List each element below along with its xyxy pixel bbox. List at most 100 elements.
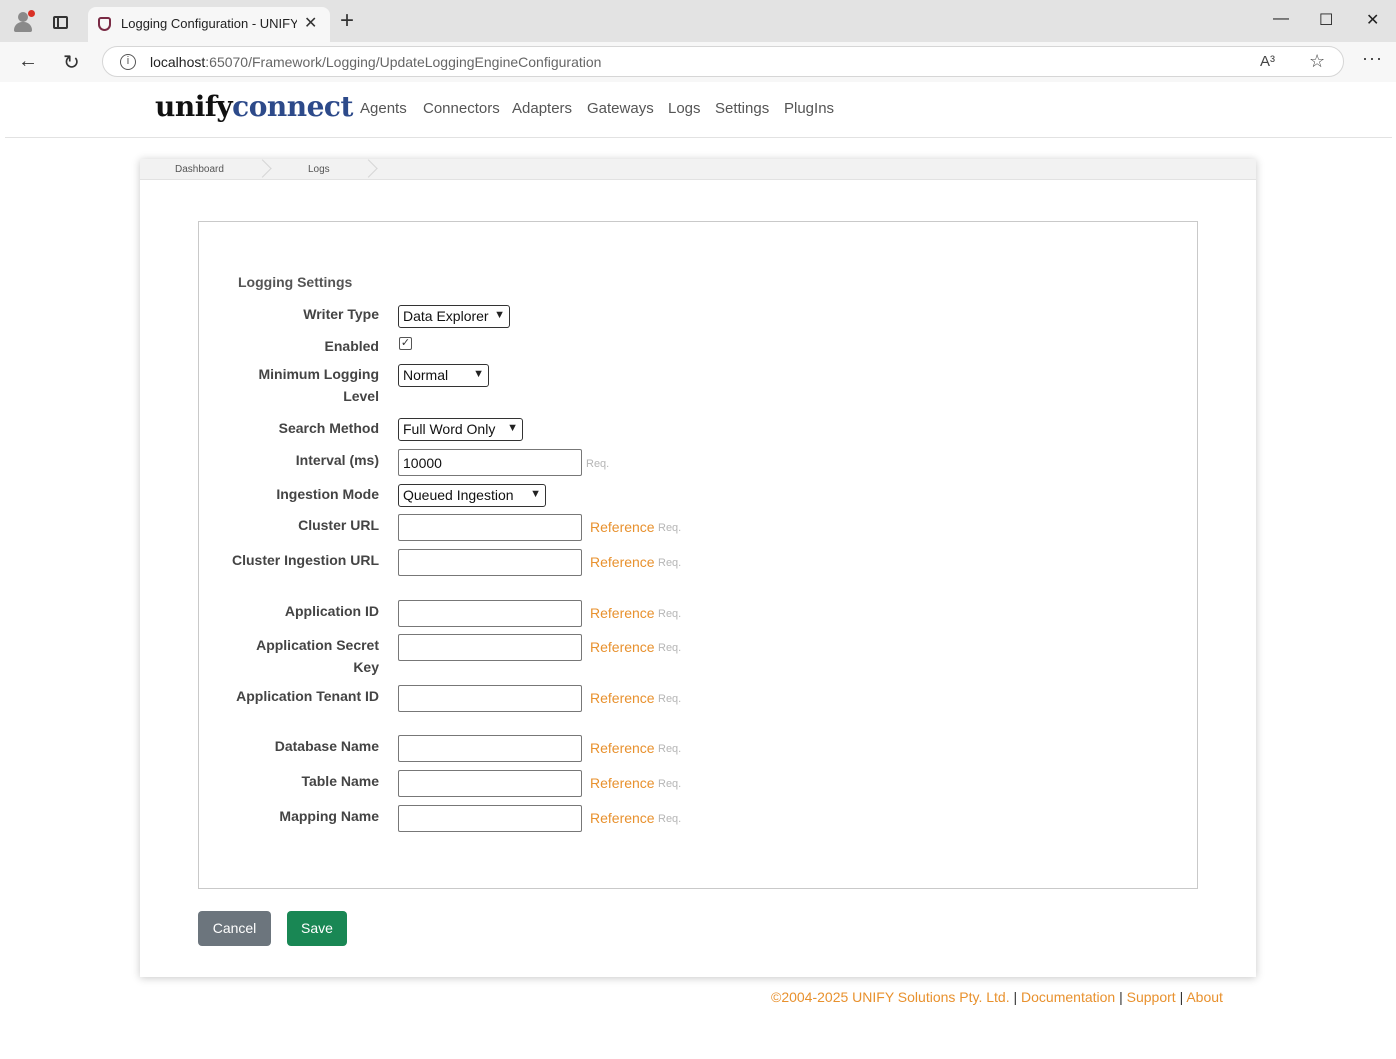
browser-tab[interactable]: Logging Configuration - UNIFYConnect ✕: [88, 7, 330, 42]
cluster-url-input[interactable]: [398, 514, 582, 541]
enabled-checkbox[interactable]: ✓: [399, 337, 412, 350]
enabled-label: Enabled: [324, 338, 379, 354]
tab-actions-icon[interactable]: [53, 16, 68, 29]
mapping-name-label: Mapping Name: [279, 808, 379, 824]
application-secret-key-reference-link[interactable]: Reference: [590, 639, 655, 655]
chevron-down-icon: ▼: [530, 488, 541, 500]
search-method-label: Search Method: [278, 420, 379, 436]
application-tenant-id-required: Req.: [658, 693, 682, 705]
ingestion-mode-label: Ingestion Mode: [276, 486, 379, 502]
page-content: unifyconnect Agents Connectors Adapters …: [5, 82, 1392, 1053]
cluster-url-label: Cluster URL: [298, 517, 379, 533]
site-favicon-icon: [98, 17, 111, 31]
back-icon[interactable]: ←: [18, 50, 38, 73]
browser-tab-bar: Logging Configuration - UNIFYConnect ✕ +…: [0, 0, 1396, 42]
writer-type-label: Writer Type: [303, 306, 379, 322]
nav-agents[interactable]: Agents: [360, 100, 407, 117]
footer-support-link[interactable]: Support: [1127, 989, 1176, 1005]
database-name-required: Req.: [658, 743, 682, 755]
refresh-icon[interactable]: ↻: [63, 50, 80, 75]
application-secret-key-input[interactable]: [398, 634, 582, 661]
database-name-input[interactable]: [398, 735, 582, 762]
footer-copyright: ©2004-2025 UNIFY Solutions Pty. Ltd.: [771, 989, 1010, 1005]
tab-close-icon[interactable]: ✕: [304, 13, 317, 33]
breadcrumb-chevron-icon: [362, 160, 378, 178]
breadcrumb-logs[interactable]: Logs: [308, 164, 330, 175]
footer: ©2004-2025 UNIFY Solutions Pty. Ltd. | D…: [771, 989, 1223, 1005]
breadcrumb: Dashboard Logs: [140, 159, 1256, 180]
footer-separator: |: [1013, 989, 1018, 1005]
cluster-ingestion-url-label: Cluster Ingestion URL: [231, 552, 379, 568]
min-level-label: Minimum Logging Level: [258, 366, 379, 404]
nav-plugins[interactable]: PlugIns: [784, 100, 834, 117]
application-id-required: Req.: [658, 608, 682, 620]
nav-connectors[interactable]: Connectors: [423, 100, 500, 117]
cluster-ingestion-url-reference-link[interactable]: Reference: [590, 554, 655, 570]
footer-documentation-link[interactable]: Documentation: [1021, 989, 1115, 1005]
save-button[interactable]: Save: [287, 911, 347, 946]
interval-input[interactable]: 10000: [398, 449, 582, 476]
ingestion-mode-select[interactable]: Queued Ingestion ▼: [398, 484, 546, 507]
footer-about-link[interactable]: About: [1186, 989, 1223, 1005]
mapping-name-required: Req.: [658, 813, 682, 825]
writer-type-select[interactable]: Data Explorer ▼: [398, 305, 510, 328]
writer-type-value: Data Explorer: [403, 308, 489, 324]
logging-settings-form: Logging Settings Writer Type Data Explor…: [198, 221, 1198, 889]
tab-title: Logging Configuration - UNIFYConnect: [121, 16, 297, 31]
application-tenant-id-label: Application Tenant ID: [236, 688, 379, 704]
favorite-star-icon[interactable]: ☆: [1309, 51, 1325, 72]
search-method-select[interactable]: Full Word Only ▼: [398, 418, 523, 441]
nav-gateways[interactable]: Gateways: [587, 100, 654, 117]
application-tenant-id-input[interactable]: [398, 685, 582, 712]
application-tenant-id-reference-link[interactable]: Reference: [590, 690, 655, 706]
interval-required: Req.: [586, 458, 610, 470]
application-secret-key-required: Req.: [658, 642, 682, 654]
database-name-reference-link[interactable]: Reference: [590, 740, 655, 756]
cluster-url-required: Req.: [658, 522, 682, 534]
main-card: Dashboard Logs Logging Settings Writer T…: [140, 159, 1256, 977]
read-aloud-icon[interactable]: A³: [1260, 53, 1275, 70]
interval-label: Interval (ms): [295, 452, 379, 468]
logo-part-unify: unify: [155, 90, 233, 123]
url-path: :65070/Framework/Logging/UpdateLoggingEn…: [205, 54, 602, 70]
footer-separator: |: [1179, 989, 1184, 1005]
site-header: unifyconnect Agents Connectors Adapters …: [5, 82, 1392, 138]
database-name-label: Database Name: [274, 738, 379, 754]
search-method-value: Full Word Only: [403, 421, 496, 437]
unifyconnect-logo[interactable]: unifyconnect: [155, 90, 353, 123]
table-name-reference-link[interactable]: Reference: [590, 775, 655, 791]
table-name-required: Req.: [658, 778, 682, 790]
window-close-icon[interactable]: ✕: [1366, 10, 1379, 30]
url-host: localhost: [150, 54, 206, 70]
ingestion-mode-value: Queued Ingestion: [403, 487, 514, 503]
site-info-icon[interactable]: i: [120, 54, 136, 70]
new-tab-icon[interactable]: +: [340, 9, 354, 33]
minimize-icon[interactable]: —: [1273, 10, 1289, 28]
application-id-input[interactable]: [398, 600, 582, 627]
section-title: Logging Settings: [238, 274, 353, 290]
cancel-button[interactable]: Cancel: [198, 911, 271, 946]
mapping-name-input[interactable]: [398, 805, 582, 832]
cluster-url-reference-link[interactable]: Reference: [590, 519, 655, 535]
url-text: localhost:65070/Framework/Logging/Update…: [150, 54, 601, 70]
table-name-label: Table Name: [301, 773, 379, 789]
logo-part-connect: connect: [232, 90, 353, 123]
min-level-value: Normal: [403, 367, 449, 383]
mapping-name-reference-link[interactable]: Reference: [590, 810, 655, 826]
url-input[interactable]: i localhost:65070/Framework/Logging/Upda…: [102, 46, 1344, 77]
maximize-icon[interactable]: ☐: [1319, 10, 1333, 30]
chevron-down-icon: ▼: [507, 422, 518, 434]
table-name-input[interactable]: [398, 770, 582, 797]
application-secret-key-label: Application Secret Key: [256, 637, 379, 675]
nav-settings[interactable]: Settings: [715, 100, 769, 117]
breadcrumb-dashboard[interactable]: Dashboard: [175, 164, 224, 175]
application-id-reference-link[interactable]: Reference: [590, 605, 655, 621]
cluster-ingestion-url-required: Req.: [658, 557, 682, 569]
nav-logs[interactable]: Logs: [668, 100, 701, 117]
cluster-ingestion-url-input[interactable]: [398, 549, 582, 576]
footer-separator: |: [1119, 989, 1123, 1005]
profile-icon[interactable]: [12, 10, 35, 32]
min-level-select[interactable]: Normal ▼: [398, 364, 489, 387]
nav-adapters[interactable]: Adapters: [512, 100, 572, 117]
more-options-icon[interactable]: ···: [1362, 48, 1383, 69]
